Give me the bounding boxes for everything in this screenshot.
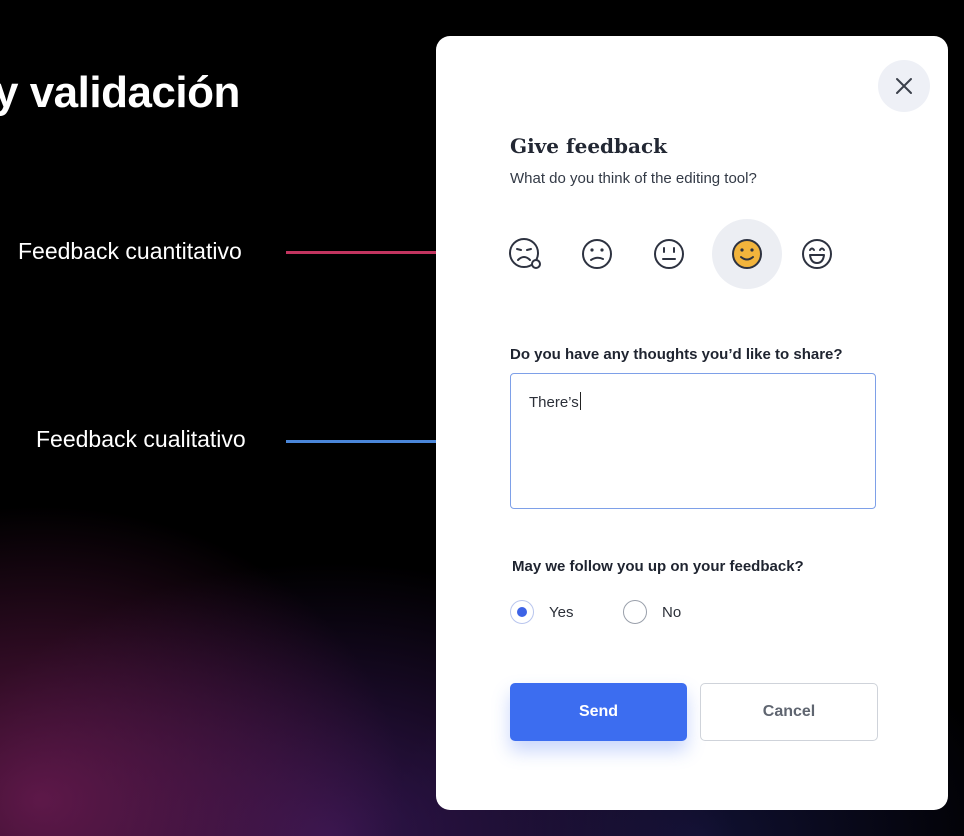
dialog-title: Give feedback: [510, 134, 668, 158]
yes-label: Yes: [549, 603, 574, 621]
smiling-face-icon: [732, 239, 762, 269]
confused-face-icon: [582, 239, 612, 269]
rating-confused[interactable]: [562, 219, 632, 289]
cancel-button[interactable]: Cancel: [700, 683, 878, 741]
dialog-subtitle: What do you think of the editing tool?: [510, 170, 757, 187]
very-sad-face-icon: [509, 238, 541, 269]
thoughts-label: Do you have any thoughts you’d like to s…: [510, 346, 843, 363]
feedback-dialog: Give feedback What do you think of the e…: [436, 36, 948, 810]
happy-face-icon: [802, 239, 832, 269]
rating-happy[interactable]: [782, 219, 852, 289]
annotation-quantitative: Feedback cuantitativo: [18, 238, 242, 264]
follow-up-no-option[interactable]: No: [623, 599, 681, 625]
rating-very-sad[interactable]: [490, 219, 560, 289]
rating-neutral[interactable]: [634, 219, 704, 289]
slide-title: y validación: [0, 68, 240, 117]
thoughts-textarea[interactable]: There’s: [510, 373, 876, 509]
annotation-qualitative: Feedback cualitativo: [36, 426, 246, 452]
thoughts-text: There’s: [529, 394, 579, 411]
close-icon: [896, 78, 912, 94]
close-button[interactable]: [878, 60, 930, 112]
follow-up-label: May we follow you up on your feedback?: [512, 558, 804, 575]
send-button[interactable]: Send: [510, 683, 687, 741]
neutral-face-icon: [654, 239, 684, 269]
text-caret: [579, 392, 581, 410]
no-label: No: [662, 603, 682, 621]
no-radio[interactable]: [623, 600, 647, 624]
rating-smiling[interactable]: [712, 219, 782, 289]
yes-radio[interactable]: [510, 600, 534, 624]
follow-up-yes-option[interactable]: Yes: [510, 599, 573, 625]
